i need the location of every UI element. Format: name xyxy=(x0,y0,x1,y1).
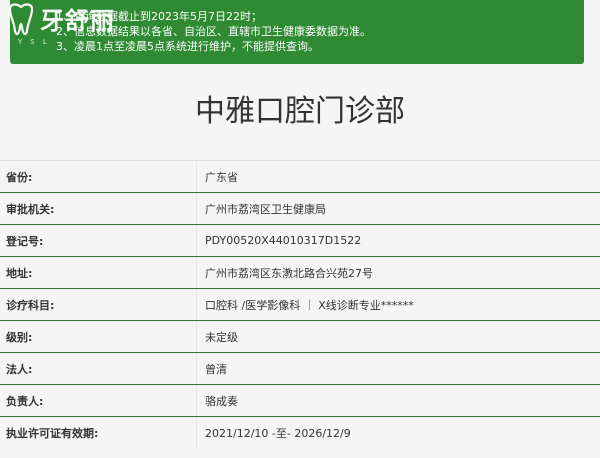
row-value: 广州市荔湾区卫生健康局 xyxy=(196,193,600,224)
row-label: 诊疗科目: xyxy=(6,298,55,312)
table-row: 诊疗科目: 口腔科 /医学影像科 ｜ X线诊断专业****** xyxy=(0,288,600,320)
row-label: 登记号: xyxy=(6,234,44,248)
row-value: 未定级 xyxy=(196,321,600,352)
row-value: 广东省 xyxy=(196,161,600,192)
watermark-text: 牙舒丽 xyxy=(40,6,115,35)
row-value: 广州市荔湾区东漖北路合兴苑27号 xyxy=(196,257,600,288)
table-row: 执业许可证有效期: 2021/12/10 -至- 2026/12/9 xyxy=(0,416,600,448)
row-label: 审批机关: xyxy=(6,202,55,216)
row-value: 2021/12/10 -至- 2026/12/9 xyxy=(196,417,600,448)
table-row: 审批机关: 广州市荔湾区卫生健康局 xyxy=(0,192,600,224)
page: 1、查询数据截止到2023年5月7日22时； 2、信息数据结果以各省、自治区、直… xyxy=(0,0,600,458)
row-label: 法人: xyxy=(6,362,33,376)
row-label: 执业许可证有效期: xyxy=(6,426,99,440)
notice-line-1: 1、查询数据截止到2023年5月7日22时； xyxy=(56,10,262,23)
info-table: 省份: 广东省 审批机关: 广州市荔湾区卫生健康局 登记号: PDY00520X… xyxy=(0,160,600,448)
table-row: 省份: 广东省 xyxy=(0,160,600,192)
row-value: 曾清 xyxy=(196,353,600,384)
table-row: 负责人: 骆成奏 xyxy=(0,384,600,416)
notice-line-3: 3、凌晨1点至凌晨5点系统进行维护，不能提供查询。 xyxy=(56,40,319,53)
notice-line-2: 2、信息数据结果以各省、自治区、直辖市卫生健康委数据为准。 xyxy=(56,25,371,38)
watermark-subtext: Y S L xyxy=(18,38,50,46)
page-title: 中雅口腔门诊部 xyxy=(195,94,405,129)
row-label: 地址: xyxy=(6,266,33,280)
row-value: PDY00520X44010317D1522 xyxy=(196,225,600,256)
row-value: 口腔科 /医学影像科 ｜ X线诊断专业****** xyxy=(196,289,600,320)
table-row: 登记号: PDY00520X44010317D1522 xyxy=(0,224,600,256)
row-value: 骆成奏 xyxy=(196,385,600,416)
row-label: 负责人: xyxy=(6,394,44,408)
row-label: 省份: xyxy=(6,170,33,184)
table-row: 级别: 未定级 xyxy=(0,320,600,352)
table-row: 地址: 广州市荔湾区东漖北路合兴苑27号 xyxy=(0,256,600,288)
tooth-icon xyxy=(8,3,34,36)
row-label: 级别: xyxy=(6,330,33,344)
table-row: 法人: 曾清 xyxy=(0,352,600,384)
watermark-logo: 牙舒丽 xyxy=(6,0,115,40)
